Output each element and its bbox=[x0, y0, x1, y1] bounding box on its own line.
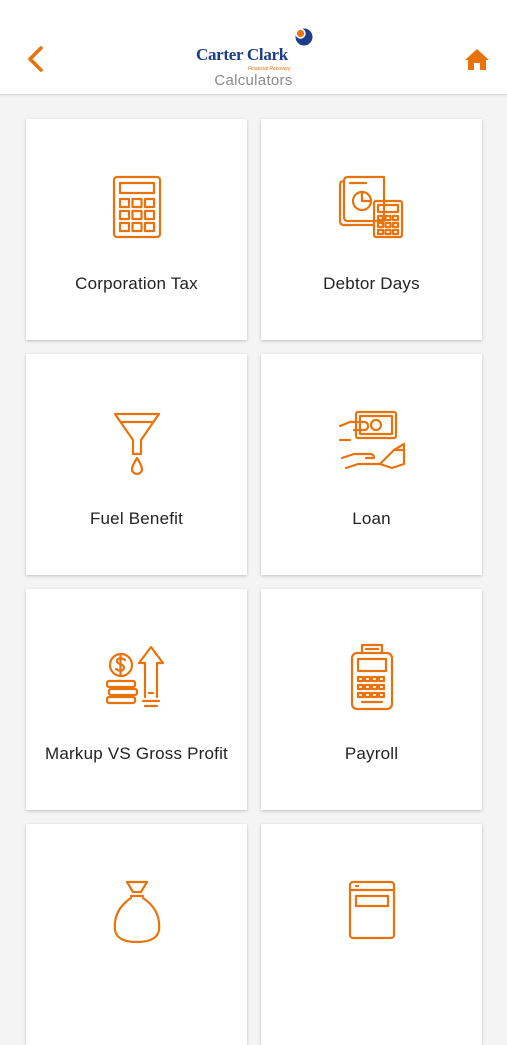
card-money-bag[interactable] bbox=[26, 824, 247, 1045]
chevron-left-icon bbox=[28, 46, 43, 72]
calculator-grid: Corporation Tax Debtor Days Fuel Benefit bbox=[26, 119, 483, 1045]
home-button[interactable] bbox=[464, 47, 490, 73]
card-label: Corporation Tax bbox=[75, 274, 198, 293]
money-bag-icon bbox=[113, 880, 160, 944]
card-web-window[interactable] bbox=[261, 824, 482, 1045]
logo-name: Carter Clark bbox=[196, 45, 288, 64]
card-label: Payroll bbox=[344, 744, 399, 763]
card-label: Fuel Benefit bbox=[89, 509, 184, 528]
card-corporation-tax[interactable]: Corporation Tax bbox=[26, 119, 247, 340]
card-label bbox=[36, 964, 237, 1014]
card-payroll[interactable]: Payroll bbox=[261, 589, 482, 810]
card-label: Markup VS Gross Profit bbox=[45, 744, 228, 763]
card-loan[interactable]: Loan bbox=[261, 354, 482, 575]
card-label: Debtor Days bbox=[323, 274, 420, 293]
page-title: Calculators bbox=[214, 72, 293, 89]
carter-clark-logo: Carter Clark Financial Recovery bbox=[193, 27, 318, 75]
card-markup-vs-gross-profit[interactable]: Markup VS Gross Profit bbox=[26, 589, 247, 810]
web-window-icon bbox=[348, 880, 395, 940]
card-debtor-days[interactable]: Debtor Days bbox=[261, 119, 482, 340]
calculator-icon bbox=[112, 175, 161, 239]
card-label bbox=[271, 964, 472, 1014]
card-fuel-benefit[interactable]: Fuel Benefit bbox=[26, 354, 247, 575]
app-header: Carter Clark Financial Recovery Calculat… bbox=[0, 0, 507, 95]
home-icon bbox=[465, 49, 489, 70]
invoice-calculator-icon bbox=[338, 175, 403, 239]
funnel-icon bbox=[113, 412, 160, 476]
back-button[interactable] bbox=[22, 44, 50, 74]
logo-mark-icon bbox=[295, 28, 313, 46]
coins-growth-icon bbox=[105, 645, 164, 708]
cash-hand-icon bbox=[338, 410, 405, 470]
card-label: Loan bbox=[352, 509, 391, 528]
payment-terminal-icon bbox=[350, 643, 393, 711]
